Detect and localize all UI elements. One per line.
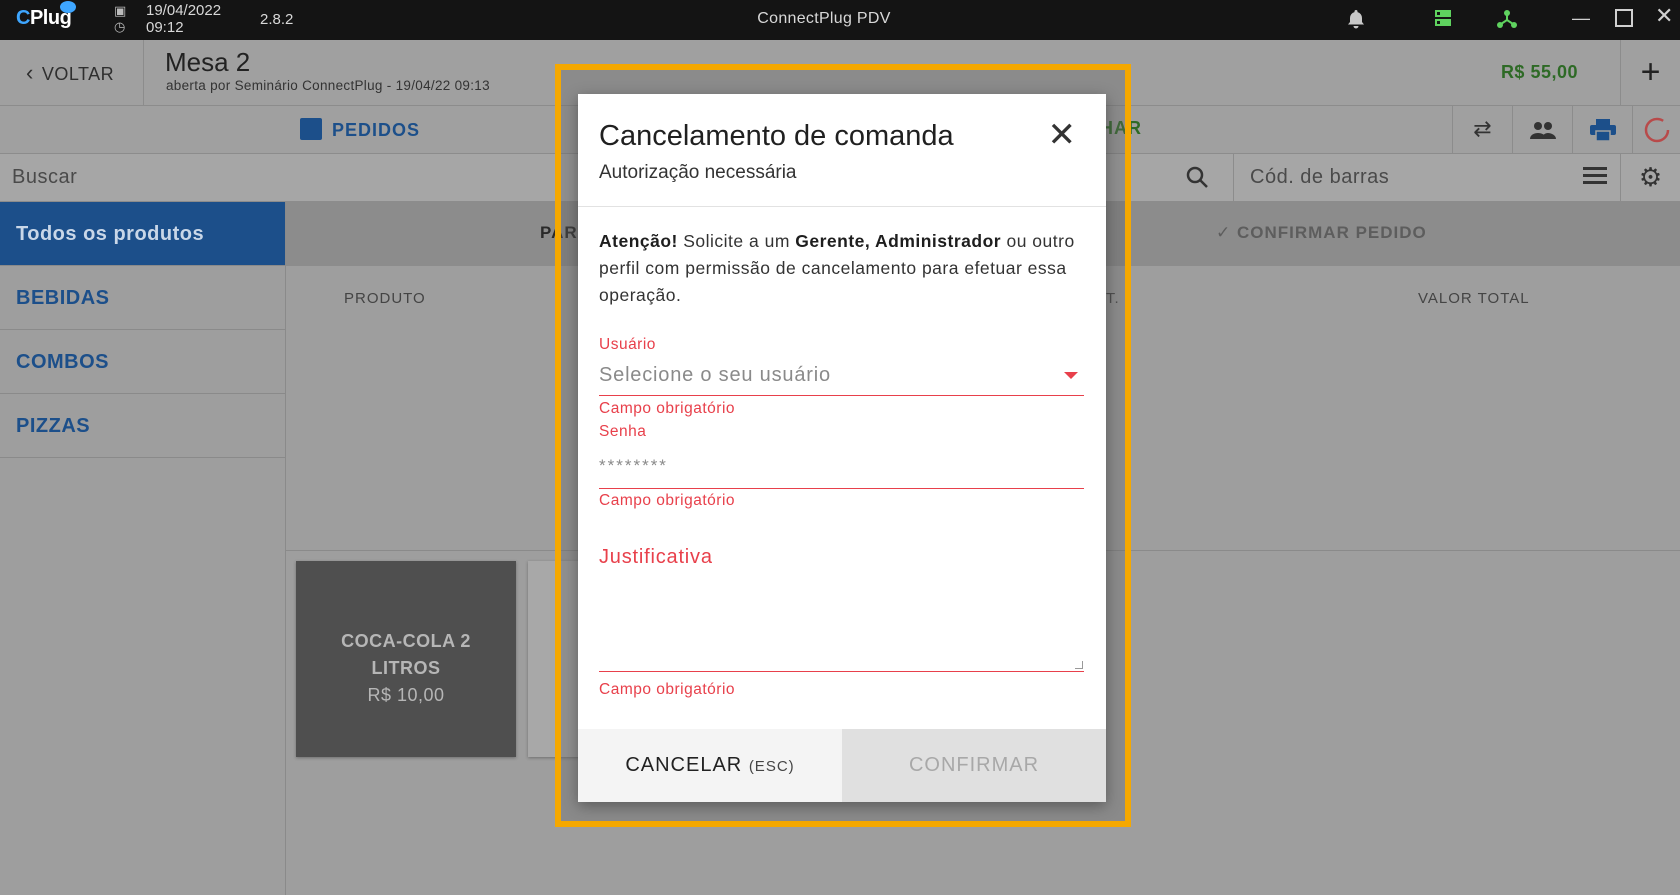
network-icon[interactable] (1497, 9, 1517, 33)
confirm-order-label: CONFIRMAR PEDIDO (1236, 223, 1427, 242)
server-icon[interactable] (1434, 9, 1452, 31)
bell-icon[interactable] (1347, 9, 1365, 33)
transfer-icon: ⇄ (1473, 116, 1492, 141)
column-valor-total: VALOR TOTAL (1418, 290, 1530, 307)
resize-handle-icon[interactable] (1075, 661, 1083, 669)
dialog-message: Atenção! Solicite a um Gerente, Administ… (599, 231, 1075, 305)
esc-hint: (ESC) (748, 758, 795, 775)
user-label: Usuário (599, 336, 656, 353)
gear-icon: ⚙ (1638, 162, 1663, 192)
sidebar-item-combos[interactable]: COMBOS (0, 330, 285, 394)
password-label: Senha (599, 423, 647, 440)
check-icon: ✓ (1216, 223, 1237, 242)
category-sidebar: Todos os produtos BEBIDAS COMBOS PIZZAS (0, 202, 286, 895)
close-window-icon[interactable]: ✕ (1655, 5, 1673, 27)
customers-button[interactable] (1512, 106, 1572, 154)
back-label: VOLTAR (41, 64, 115, 84)
password-input[interactable]: ******** (599, 454, 1084, 489)
product-name: COCA-COLA 2 LITROS (341, 631, 471, 678)
search-icon[interactable] (1186, 166, 1208, 194)
transfer-button[interactable]: ⇄ (1452, 106, 1512, 154)
title-bar: CPlug ▣ ◷ 19/04/2022 09:12 2.8.2 ConnectP… (0, 0, 1680, 40)
order-total: R$ 55,00 (1500, 62, 1578, 82)
maximize-icon[interactable] (1614, 8, 1634, 32)
justification-label: Justificativa (599, 546, 713, 568)
back-button[interactable]: ‹ VOLTAR (26, 60, 114, 86)
sidebar-item-todos[interactable]: Todos os produtos (0, 202, 285, 266)
print-button[interactable] (1572, 106, 1632, 154)
minimize-icon[interactable]: — (1572, 8, 1590, 28)
justification-error: Campo obrigatório (599, 681, 736, 698)
tab-pedidos[interactable]: PEDIDOS (300, 118, 420, 141)
user-error: Campo obrigatório (599, 400, 736, 417)
user-select-value: Selecione o seu usuário (599, 364, 831, 386)
cancel-order-dialog: Cancelamento de comanda Autorização nece… (578, 94, 1106, 802)
password-placeholder: ******** (599, 456, 668, 475)
app-title: ConnectPlug PDV (757, 10, 891, 27)
loading-indicator (1632, 106, 1680, 154)
barcode-input[interactable] (1233, 154, 1563, 201)
password-error: Campo obrigatório (599, 492, 736, 509)
opened-by-text: aberta por Seminário ConnectPlug - 19/04… (166, 78, 490, 93)
product-price: R$ 10,00 (367, 685, 445, 705)
people-icon (1529, 122, 1556, 140)
sidebar-item-bebidas[interactable]: BEBIDAS (0, 266, 285, 330)
confirm-order-button[interactable]: ✓ CONFIRMAR PEDIDO (1216, 223, 1427, 243)
dialog-footer: CANCELAR (ESC) CONFIRMAR (578, 729, 1106, 802)
sidebar-item-pizzas[interactable]: PIZZAS (0, 394, 285, 458)
column-produto: PRODUTO (344, 290, 426, 307)
spinner-icon (1644, 117, 1669, 143)
add-button[interactable]: + (1620, 40, 1680, 106)
confirm-button[interactable]: CONFIRMAR (842, 729, 1106, 802)
dialog-subtitle: Autorização necessária (599, 162, 797, 183)
tab-pedidos-label: PEDIDOS (332, 120, 421, 140)
cancel-button[interactable]: CANCELAR (ESC) (578, 729, 842, 802)
cancel-label: CANCELAR (625, 754, 743, 776)
user-select[interactable]: Selecione o seu usuário (599, 360, 1084, 396)
printer-icon (1589, 119, 1616, 142)
list-document-icon (300, 118, 322, 140)
product-card[interactable]: COCA-COLA 2 LITROS R$ 10,00 (296, 561, 516, 757)
close-icon[interactable]: ✕ (1048, 118, 1077, 152)
table-title: Mesa 2 (165, 47, 251, 77)
caret-down-icon (1064, 372, 1078, 379)
dialog-title: Cancelamento de comanda (599, 120, 954, 152)
chevron-left-icon: ‹ (26, 60, 34, 85)
list-view-icon[interactable] (1583, 167, 1607, 188)
settings-button[interactable]: ⚙ (1620, 154, 1680, 201)
